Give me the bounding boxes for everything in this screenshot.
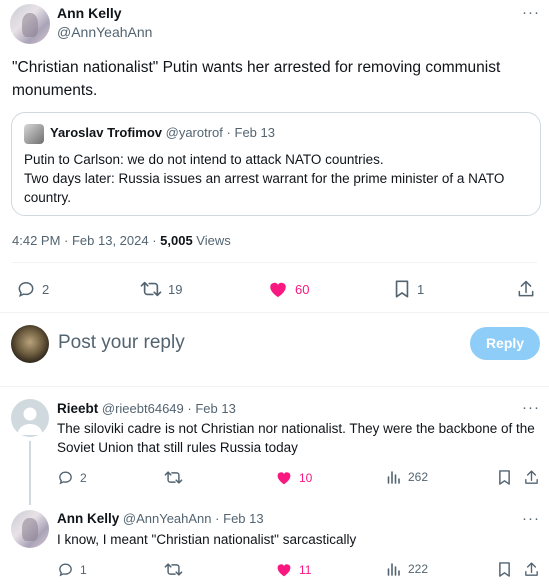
more-options-button[interactable]: ··· xyxy=(522,399,540,416)
analytics-icon xyxy=(387,563,400,576)
quoted-text-line-2: Two days later: Russia issues an arrest … xyxy=(24,171,505,205)
divider xyxy=(0,386,549,387)
reply-separator: · xyxy=(187,401,192,416)
quoted-author-avatar xyxy=(24,124,44,144)
views-button[interactable]: 222 xyxy=(386,561,428,577)
reply-author-name[interactable]: Ann Kelly xyxy=(57,511,119,526)
repost-button[interactable] xyxy=(164,469,189,486)
share-button[interactable] xyxy=(516,279,536,304)
reply-icon xyxy=(59,471,72,485)
analytics-icon xyxy=(387,471,400,484)
divider xyxy=(0,312,549,313)
repost-icon xyxy=(164,471,183,484)
thread-line xyxy=(29,441,31,505)
author-avatar[interactable] xyxy=(10,4,50,44)
reply-author-handle[interactable]: @rieebt64649 xyxy=(102,401,184,416)
like-count: 60 xyxy=(295,281,310,297)
default-avatar-icon xyxy=(17,407,43,435)
reply-text: The siloviki cadre is not Christian nor … xyxy=(57,421,535,455)
repost-icon xyxy=(164,563,183,576)
bookmark-button[interactable]: 1 xyxy=(393,279,424,299)
reply-count: 2 xyxy=(80,470,87,485)
reply-button[interactable]: 2 xyxy=(16,279,49,299)
like-button[interactable]: 10 xyxy=(275,469,312,486)
bookmark-icon xyxy=(499,562,510,577)
like-button[interactable]: 11 xyxy=(275,561,311,578)
quoted-text-line-1: Putin to Carlson: we do not intend to at… xyxy=(24,152,384,167)
more-options-button[interactable]: ··· xyxy=(522,4,540,21)
reply-author-name[interactable]: Rieebt xyxy=(57,401,98,416)
more-options-button[interactable]: ··· xyxy=(522,510,540,527)
my-avatar[interactable] xyxy=(11,325,49,363)
reply-text: I know, I meant "Christian nationalist" … xyxy=(57,532,357,547)
reply-date[interactable]: Feb 13 xyxy=(223,511,263,526)
reply-author-avatar[interactable] xyxy=(11,399,49,437)
view-label: Views xyxy=(192,233,231,248)
share-icon xyxy=(518,280,534,297)
author-name[interactable]: Ann Kelly xyxy=(57,5,122,21)
bookmark-button[interactable] xyxy=(497,469,512,491)
quoted-author-handle: @yarotrof xyxy=(165,125,223,140)
quoted-author-name: Yaroslav Trofimov xyxy=(50,125,162,140)
quoted-date: Feb 13 xyxy=(234,125,275,140)
reply-separator: · xyxy=(215,511,220,526)
heart-icon xyxy=(270,282,286,298)
views-button[interactable]: 262 xyxy=(386,469,428,485)
divider xyxy=(12,262,537,263)
quoted-post-card[interactable]: Yaroslav Trofimov @yarotrof · Feb 13 Put… xyxy=(11,112,541,216)
repost-button[interactable]: 19 xyxy=(140,279,182,299)
quoted-separator: · xyxy=(226,125,231,140)
reply-count: 1 xyxy=(80,562,87,577)
reply-author-handle[interactable]: @AnnYeahAnn xyxy=(123,511,212,526)
view-count: 222 xyxy=(408,562,429,576)
author-handle[interactable]: @AnnYeahAnn xyxy=(57,24,152,40)
share-icon xyxy=(525,470,538,484)
share-icon xyxy=(525,562,538,576)
post-text: "Christian nationalist" Putin wants her … xyxy=(12,59,501,99)
reply-icon xyxy=(18,281,34,297)
reply-button[interactable]: 1 xyxy=(57,561,87,578)
reply-date[interactable]: Feb 13 xyxy=(195,401,235,416)
reply-input[interactable]: Post your reply xyxy=(58,332,185,354)
like-count: 10 xyxy=(299,470,313,485)
reply-submit-button[interactable]: Reply xyxy=(470,327,540,360)
repost-icon xyxy=(140,281,162,297)
repost-count: 19 xyxy=(168,281,183,297)
view-count: 262 xyxy=(408,470,429,484)
reply-count: 2 xyxy=(42,281,50,297)
share-button[interactable] xyxy=(523,561,540,583)
repost-button[interactable] xyxy=(164,561,189,578)
heart-icon xyxy=(277,564,291,577)
post-timestamp[interactable]: 4:42 PM · Feb 13, 2024 · xyxy=(12,233,160,248)
reply-author-avatar[interactable] xyxy=(11,510,49,548)
bookmark-icon xyxy=(499,470,510,485)
like-button[interactable]: 60 xyxy=(267,279,309,299)
bookmark-button[interactable] xyxy=(497,561,512,583)
like-count: 11 xyxy=(299,562,312,577)
reply-icon xyxy=(59,563,72,577)
bookmark-count: 1 xyxy=(417,281,425,297)
share-button[interactable] xyxy=(523,469,540,491)
heart-icon xyxy=(277,472,291,485)
bookmark-icon xyxy=(395,280,409,298)
view-count: 5,005 xyxy=(160,233,193,248)
reply-button[interactable]: 2 xyxy=(57,469,87,486)
